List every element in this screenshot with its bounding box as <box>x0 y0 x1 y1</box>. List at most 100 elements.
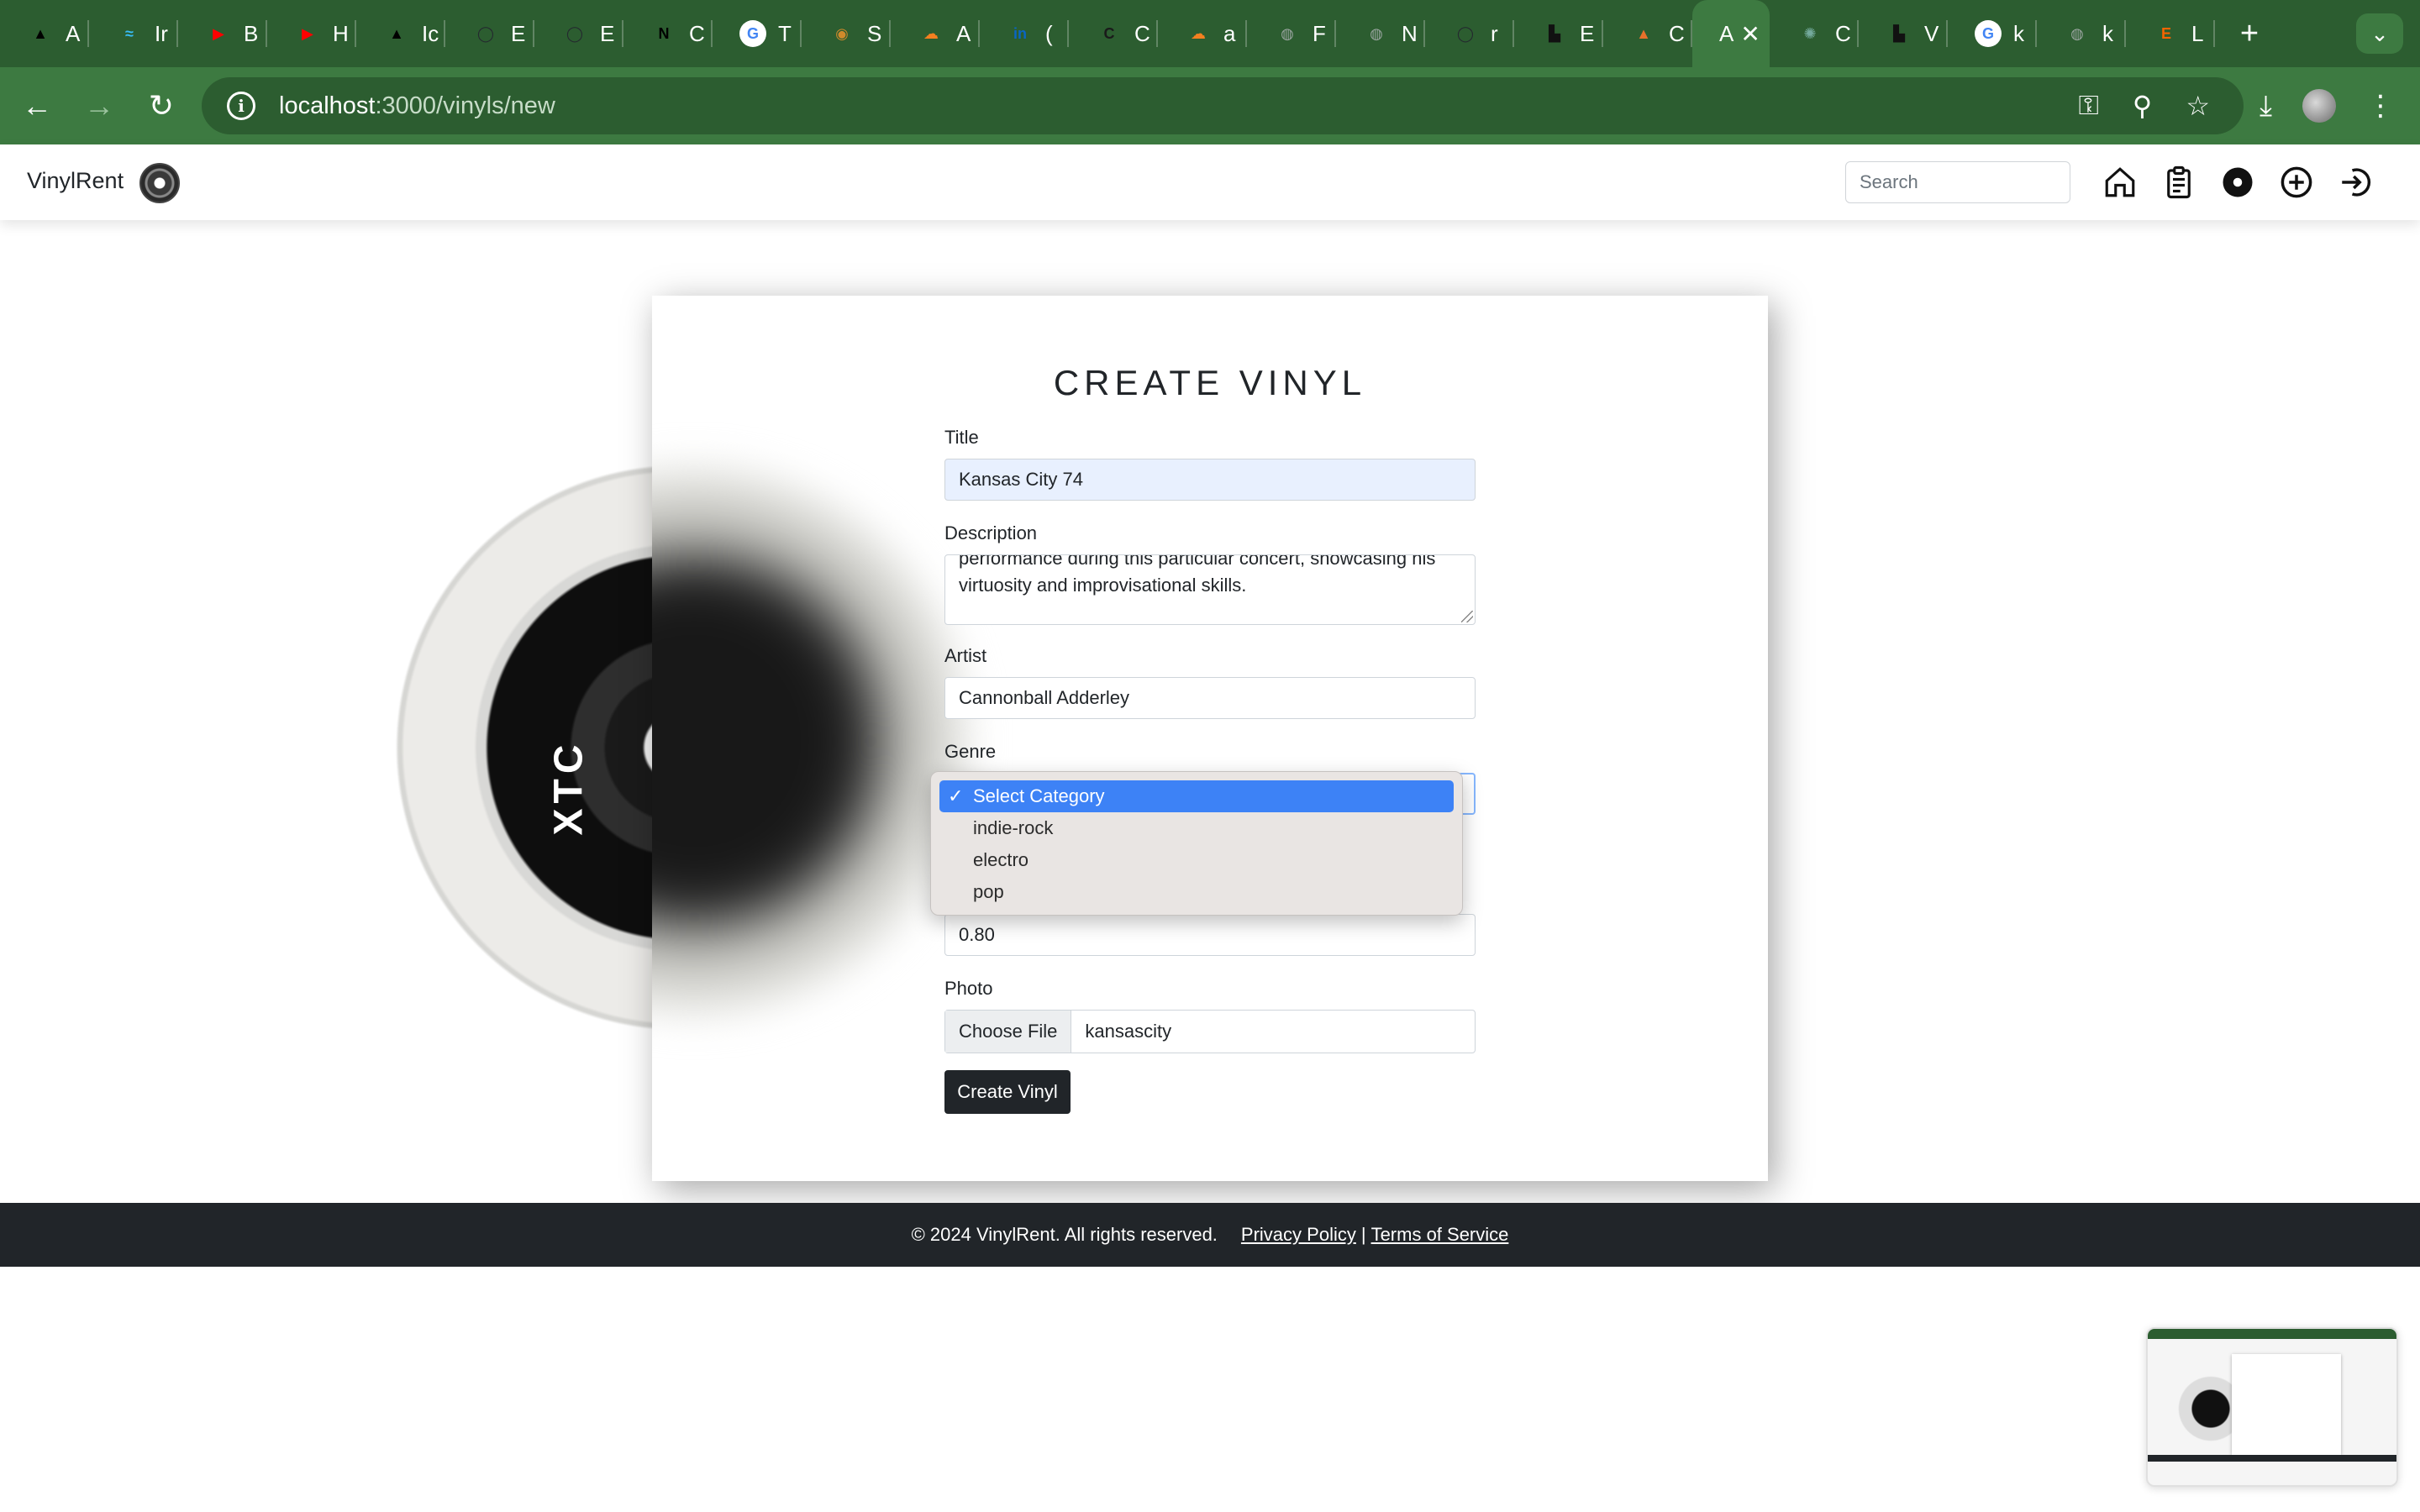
tab-favicon-icon: N <box>658 24 670 42</box>
url-text[interactable]: localhost:3000/vinyls/new <box>279 92 555 120</box>
browser-tab[interactable]: ▲ Ic <box>356 0 445 67</box>
url-host: localhost <box>279 92 376 119</box>
create-vinyl-button[interactable]: Create Vinyl <box>944 1070 1071 1114</box>
genre-option[interactable]: indie-rock <box>939 812 1454 844</box>
url-path: :3000/vinyls/new <box>375 92 555 119</box>
browser-tab[interactable]: ≈ Ir <box>89 0 178 67</box>
tab-favicon-icon: ▲ <box>1636 24 1651 42</box>
browser-tab[interactable]: ▲ A <box>0 0 89 67</box>
browser-tab-strip: ▲ A ≈ Ir ▶ B ▶ H ▲ Ic ◯ E ◯ E N C G T ◉ S ☁ Ain(C C ☁ a ◍ F ◍ N ◯ r ▙ E ▲… <box>0 0 2420 67</box>
browser-tab[interactable]: Gk <box>1948 0 2037 67</box>
footer-separator: | <box>1360 1224 1366 1245</box>
browser-tab[interactable]: ☁ A <box>891 0 980 67</box>
tab-favicon-icon: ▙ <box>1549 24 1560 42</box>
screenshot-thumbnail[interactable] <box>2146 1327 2398 1487</box>
tab-favicon-icon: ◯ <box>476 24 495 42</box>
tab-title: A <box>66 20 81 46</box>
privacy-policy-link[interactable]: Privacy Policy <box>1241 1224 1356 1246</box>
browser-tab[interactable]: in ( <box>980 0 1069 67</box>
resize-handle[interactable] <box>1461 611 1473 622</box>
price-input[interactable]: 0.80 <box>944 914 1476 956</box>
browser-tab[interactable]: NC <box>623 0 713 67</box>
artist-input[interactable]: Cannonball Adderley <box>944 677 1476 719</box>
tab-title: T <box>778 20 792 46</box>
genre-dropdown-list: ✓ Select Category indie-rock electro pop <box>930 771 1463 916</box>
add-icon[interactable] <box>2277 163 2316 202</box>
tab-favicon-icon: E <box>2160 24 2171 42</box>
genre-option[interactable]: electro <box>939 844 1454 876</box>
browser-tab[interactable]: ▶ B <box>178 0 267 67</box>
browser-tab[interactable]: GT <box>713 0 802 67</box>
bookmark-star-icon[interactable]: ☆ <box>2186 90 2210 122</box>
reload-button[interactable]: ↻ <box>136 81 187 131</box>
tab-favicon-icon: ≈ <box>125 24 134 42</box>
tab-favicon-icon: G <box>739 20 766 47</box>
tab-close-icon[interactable]: ✕ <box>1740 20 1760 48</box>
terms-of-service-link[interactable]: Terms of Service <box>1371 1224 1509 1246</box>
tab-title: k <box>2102 20 2113 46</box>
tab-favicon-icon: ☁ <box>923 24 939 42</box>
choose-file-button[interactable]: Choose File <box>945 1011 1072 1053</box>
login-icon[interactable] <box>2336 163 2375 202</box>
browser-tab[interactable]: ▶ H <box>267 0 356 67</box>
tab-favicon-icon: C <box>1103 24 1115 42</box>
browser-tab[interactable]: ☁ a <box>1158 0 1247 67</box>
genre-option[interactable]: pop <box>939 876 1454 908</box>
clipboard-icon[interactable] <box>2160 163 2198 202</box>
tab-title: a <box>1223 20 1236 46</box>
browser-tab[interactable]: ▙ V <box>1859 0 1948 67</box>
browser-tab[interactable]: ◍ N <box>1336 0 1425 67</box>
tab-favicon-icon: in <box>1013 24 1027 42</box>
home-icon[interactable] <box>2101 163 2139 202</box>
browser-tab[interactable]: CC <box>1069 0 1158 67</box>
tab-title: Ic <box>422 20 439 46</box>
tab-favicon-icon: ◉ <box>835 24 849 42</box>
search-input[interactable] <box>1845 161 2070 203</box>
tab-title: ( <box>1045 20 1053 46</box>
tab-favicon-icon: ◍ <box>1370 24 1383 42</box>
new-tab-button[interactable]: + <box>2228 16 2270 52</box>
site-info-icon[interactable]: i <box>227 92 255 120</box>
browser-tab[interactable]: EL <box>2126 0 2215 67</box>
browser-tab[interactable]: ◯ E <box>445 0 534 67</box>
tab-title: L <box>2191 20 2204 46</box>
tab-favicon-icon: ▲ <box>33 24 48 42</box>
tab-title: C <box>1669 20 1685 46</box>
tab-search-button[interactable]: ⌄ <box>2356 13 2403 54</box>
description-textarea[interactable]: performance during this particular conce… <box>944 554 1476 625</box>
brand-name[interactable]: VinylRent <box>27 168 124 194</box>
tab-title: E <box>600 20 615 46</box>
tab-title: A <box>1719 20 1734 46</box>
browser-tab[interactable]: ▲ C <box>1603 0 1692 67</box>
vinyl-label-text: XTC <box>546 739 592 836</box>
browser-tab[interactable]: ◉ S <box>802 0 891 67</box>
forward-button[interactable]: → <box>74 81 124 131</box>
browser-tab[interactable]: ▙ E <box>1514 0 1603 67</box>
zoom-icon[interactable]: ⚲ <box>2133 90 2152 122</box>
description-label: Description <box>944 522 1038 543</box>
profile-avatar[interactable] <box>2302 89 2336 123</box>
tab-title: H <box>333 20 349 46</box>
artist-label: Artist <box>944 645 987 666</box>
tab-favicon-icon: ▶ <box>302 24 313 42</box>
browser-menu-icon[interactable]: ⋮ <box>2366 89 2395 123</box>
address-bar[interactable]: i localhost:3000/vinyls/new ⚿ ⚲ ☆ <box>202 77 2244 134</box>
tab-title: F <box>1313 20 1326 46</box>
password-key-icon[interactable]: ⚿ <box>2079 90 2099 122</box>
checkmark-icon: ✓ <box>948 785 964 806</box>
browser-tab[interactable]: ✺ C <box>1770 0 1859 67</box>
genre-option[interactable]: ✓ Select Category <box>939 780 1454 812</box>
browser-tab[interactable]: ◯ r <box>1425 0 1514 67</box>
vinyl-logo-icon[interactable] <box>139 163 180 203</box>
browser-tab[interactable]: ◍ k <box>2037 0 2126 67</box>
genre-option-label: Select Category <box>973 785 1105 806</box>
back-button[interactable]: ← <box>12 81 62 131</box>
browser-tab[interactable]: ◯ E <box>534 0 623 67</box>
tab-title: Ir <box>155 20 168 46</box>
browser-tab[interactable]: ◍ F <box>1247 0 1336 67</box>
vinyl-icon[interactable] <box>2218 163 2257 202</box>
browser-tab-active[interactable]: A ✕ <box>1692 0 1770 67</box>
photo-file-input[interactable]: Choose File kansascity <box>944 1010 1476 1053</box>
title-input[interactable]: Kansas City 74 <box>944 459 1476 501</box>
download-icon[interactable]: ⤓ <box>2260 90 2272 123</box>
